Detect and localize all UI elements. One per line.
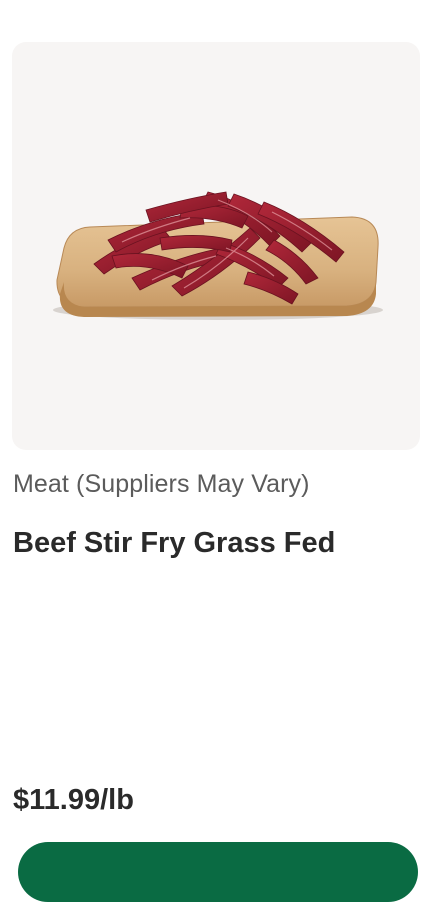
product-image[interactable] — [12, 42, 420, 450]
product-supplier: Meat (Suppliers May Vary) — [13, 470, 310, 498]
product-card[interactable]: Meat (Suppliers May Vary) Beef Stir Fry … — [0, 0, 440, 902]
product-name[interactable]: Beef Stir Fry Grass Fed — [13, 527, 335, 560]
product-price: $11.99/lb — [13, 784, 134, 816]
product-photo — [53, 191, 383, 320]
add-to-cart-button[interactable] — [18, 842, 418, 902]
